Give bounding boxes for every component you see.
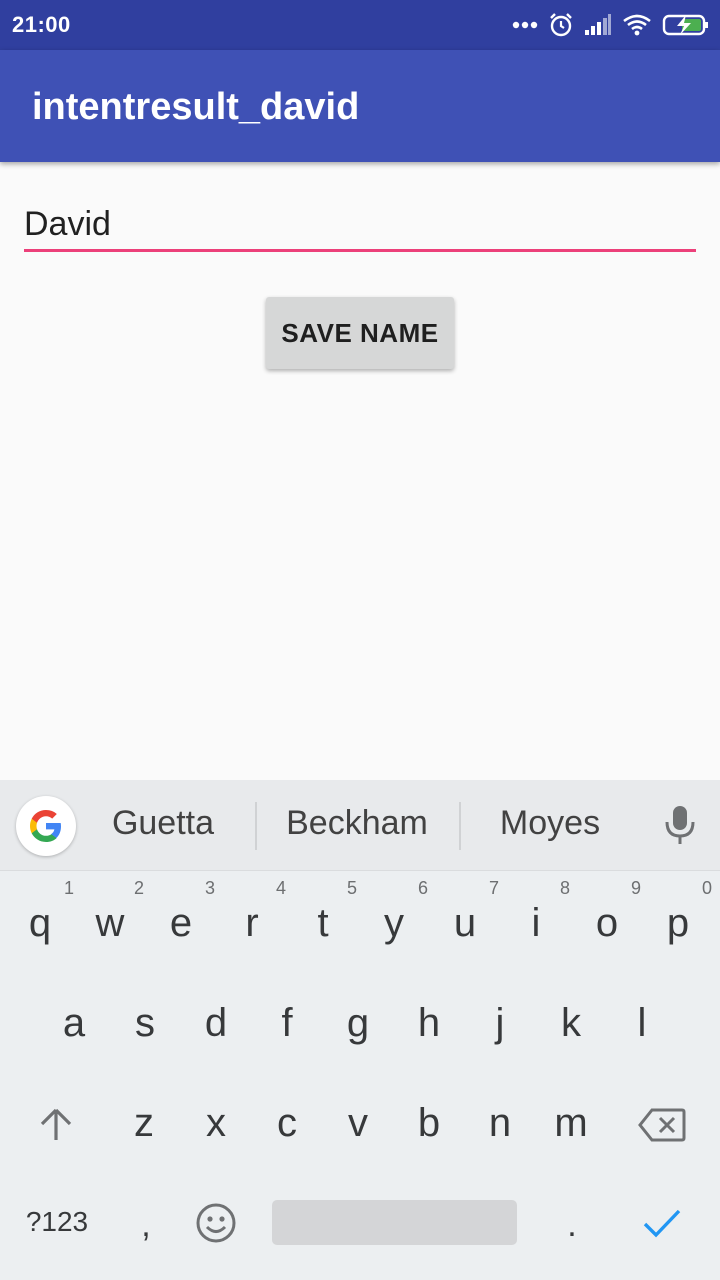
suggestion-3[interactable]: Moyes — [478, 804, 622, 848]
emoji-icon[interactable] — [180, 1200, 252, 1256]
key-h[interactable]: h — [393, 998, 465, 1048]
key-c[interactable]: c — [251, 1098, 323, 1148]
key-j[interactable]: j — [464, 998, 536, 1048]
key-g[interactable]: g — [322, 998, 394, 1048]
more-dots-icon — [512, 21, 538, 29]
key-t[interactable]: t5 — [287, 878, 359, 948]
key-v[interactable]: v — [322, 1098, 394, 1148]
wifi-icon — [622, 14, 652, 36]
status-time: 21:00 — [12, 12, 71, 37]
suggestion-divider — [255, 802, 257, 850]
key-k[interactable]: k — [535, 998, 607, 1048]
key-number-hint: 9 — [630, 878, 641, 898]
backspace-icon[interactable] — [626, 1100, 698, 1154]
key-letter: w — [95, 901, 125, 945]
suggestion-2[interactable]: Beckham — [270, 804, 444, 848]
key-e[interactable]: e3 — [145, 878, 217, 948]
key-letter: o — [595, 901, 619, 945]
battery-charging-icon — [662, 13, 710, 37]
key-n[interactable]: n — [464, 1098, 536, 1148]
key-number-hint: 3 — [204, 878, 215, 898]
key-m[interactable]: m — [535, 1098, 607, 1148]
shift-icon[interactable] — [20, 1100, 92, 1154]
suggestion-bar: Guetta Beckham Moyes — [0, 780, 720, 871]
status-icons — [512, 10, 710, 40]
key-x[interactable]: x — [180, 1098, 252, 1148]
suggestion-divider — [459, 802, 461, 850]
check-icon[interactable] — [626, 1200, 698, 1252]
key-l[interactable]: l — [606, 998, 678, 1048]
save-name-button[interactable]: SAVE NAME — [266, 297, 454, 369]
name-input[interactable] — [24, 200, 696, 252]
key-number-hint: 8 — [559, 878, 570, 898]
app-title: intentresult_david — [32, 86, 360, 128]
key-u[interactable]: u7 — [429, 878, 501, 948]
signal-icon — [584, 14, 612, 36]
period-key[interactable]: . — [536, 1200, 608, 1250]
key-letter: q — [28, 901, 52, 945]
google-g-icon[interactable] — [16, 796, 76, 856]
key-letter: p — [666, 901, 690, 945]
key-letter: r — [245, 901, 259, 945]
key-b[interactable]: b — [393, 1098, 465, 1148]
alarm-icon — [548, 12, 574, 38]
key-a[interactable]: a — [38, 998, 110, 1048]
key-number-hint: 5 — [346, 878, 357, 898]
key-o[interactable]: o9 — [571, 878, 643, 948]
key-letter: u — [453, 901, 477, 945]
mic-icon[interactable] — [662, 804, 698, 851]
key-number-hint: 6 — [417, 878, 428, 898]
key-f[interactable]: f — [251, 998, 323, 1048]
suggestion-1[interactable]: Guetta — [92, 804, 234, 848]
key-letter: e — [169, 901, 193, 945]
key-z[interactable]: z — [108, 1098, 180, 1148]
key-letter: y — [384, 901, 404, 945]
key-number-hint: 1 — [63, 878, 74, 898]
key-y[interactable]: y6 — [358, 878, 430, 948]
key-number-hint: 0 — [701, 878, 712, 898]
app-bar: intentresult_david — [0, 50, 720, 162]
key-d[interactable]: d — [180, 998, 252, 1048]
key-i[interactable]: i8 — [500, 878, 572, 948]
comma-key[interactable]: , — [110, 1200, 182, 1250]
key-p[interactable]: p0 — [642, 878, 714, 948]
soft-keyboard: Guetta Beckham Moyes q1 w2 e3 r4 t5 y6 u… — [0, 780, 720, 1280]
key-number-hint: 7 — [488, 878, 499, 898]
key-letter: t — [317, 901, 329, 945]
key-letter: i — [531, 901, 541, 945]
key-w[interactable]: w2 — [74, 878, 146, 948]
symbols-key[interactable]: ?123 — [16, 1197, 98, 1247]
status-bar: 21:00 — [0, 0, 720, 50]
key-q[interactable]: q1 — [4, 878, 76, 948]
key-number-hint: 4 — [275, 878, 286, 898]
key-r[interactable]: r4 — [216, 878, 288, 948]
key-s[interactable]: s — [109, 998, 181, 1048]
key-number-hint: 2 — [133, 878, 144, 898]
space-bar[interactable] — [272, 1200, 517, 1245]
